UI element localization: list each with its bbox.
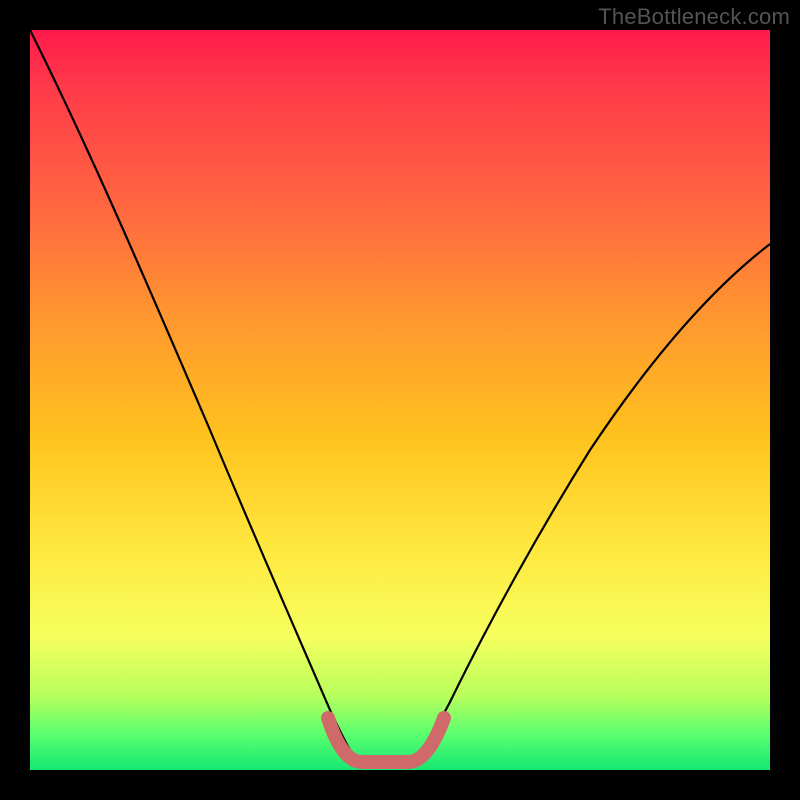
gradient-plot-area: [30, 30, 770, 770]
curve-path: [30, 30, 770, 762]
bottleneck-curve: [30, 30, 770, 770]
watermark-text: TheBottleneck.com: [598, 4, 790, 30]
outer-frame: TheBottleneck.com: [0, 0, 800, 800]
